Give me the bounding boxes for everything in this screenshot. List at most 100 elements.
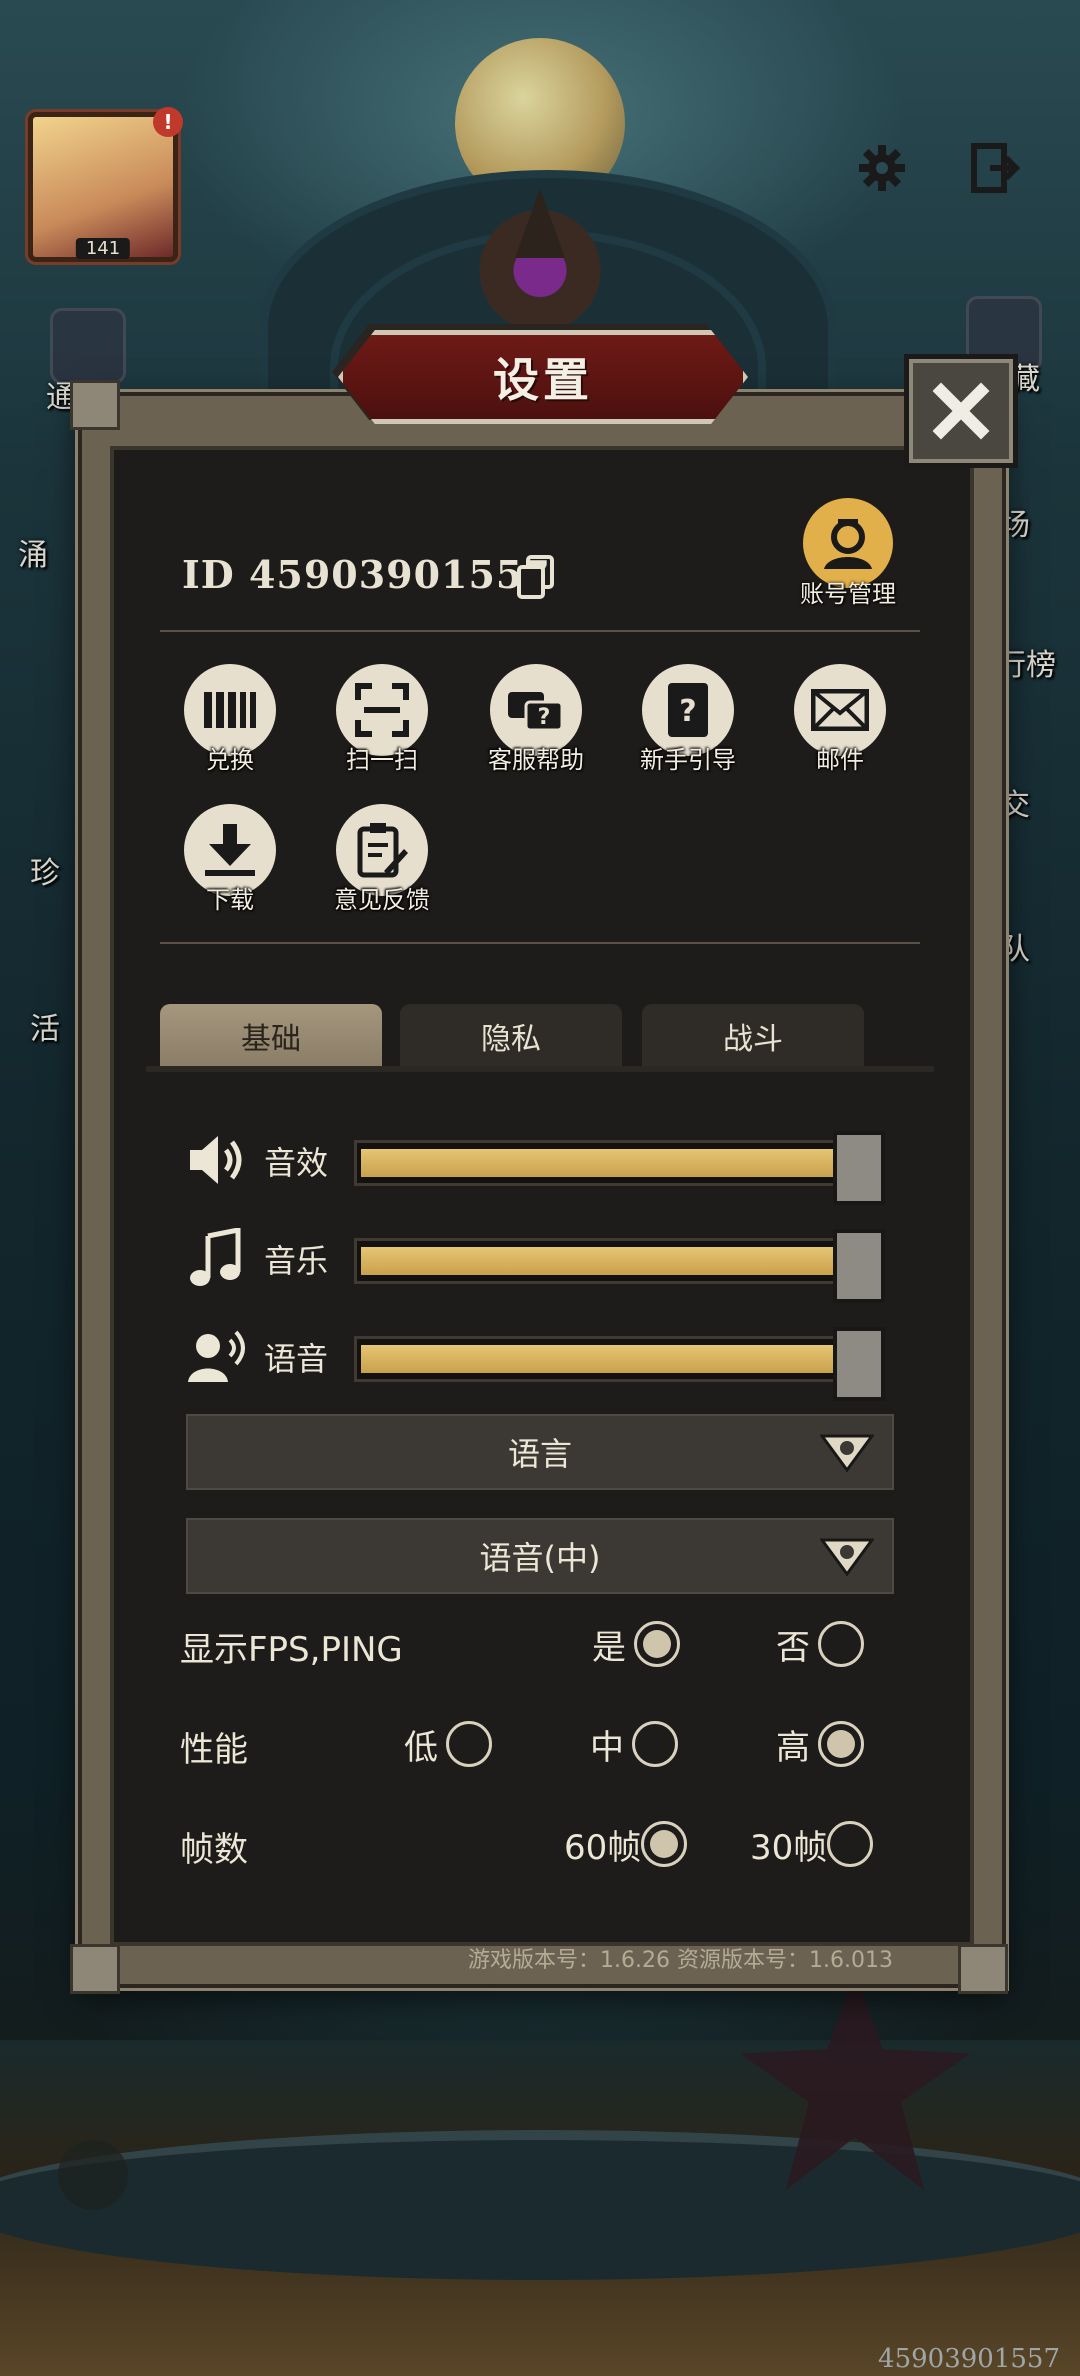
side-label[interactable]: 活	[30, 1004, 60, 1048]
crest-emblem	[470, 188, 610, 338]
divider	[160, 630, 920, 632]
fps-ping-label: 显示FPS,PING	[180, 1630, 403, 1670]
title-plate: 设置	[338, 330, 748, 424]
option-label: 高	[776, 1727, 810, 1768]
fps-ping-yes-radio[interactable]	[634, 1621, 680, 1667]
background-wave	[0, 2130, 1080, 2280]
voice-slider-row: 语音	[186, 1326, 906, 1401]
slider-fill	[361, 1149, 841, 1177]
dropdown-arrow-icon	[820, 1538, 874, 1577]
customer-help-button[interactable]: ? 客服帮助	[466, 664, 606, 784]
player-id: ID 45903901557	[182, 552, 551, 597]
gear-icon[interactable]	[854, 140, 910, 196]
tab-privacy[interactable]: 隐私	[400, 1004, 622, 1068]
tab-bar	[146, 1066, 934, 1072]
panel-corner	[70, 380, 120, 430]
performance-high-radio[interactable]	[818, 1721, 864, 1767]
func-label: 意见反馈	[334, 886, 430, 914]
frame-rate-60-radio[interactable]	[641, 1821, 688, 1867]
slider-fill	[361, 1345, 841, 1373]
performance-high-option[interactable]: 高	[776, 1714, 864, 1774]
close-icon	[932, 382, 990, 440]
func-label: 邮件	[816, 746, 864, 774]
panel-corner	[958, 1944, 1008, 1994]
option-label: 是	[592, 1627, 626, 1668]
redeem-button[interactable]: 兑换	[160, 664, 300, 784]
help-chat-icon: ?	[508, 692, 564, 732]
slider-handle[interactable]	[833, 1229, 885, 1303]
func-label: 扫一扫	[346, 746, 418, 774]
feedback-icon	[357, 823, 408, 878]
footer-player-id: 45903901557	[878, 2344, 1060, 2374]
fps-ping-yes-option[interactable]: 是	[592, 1614, 680, 1674]
side-label[interactable]: 涌	[18, 530, 48, 574]
option-label: 否	[776, 1627, 810, 1668]
panel-corner	[70, 1944, 120, 1994]
tab-battle[interactable]: 战斗	[642, 1004, 864, 1068]
sound-effect-slider[interactable]	[354, 1131, 885, 1205]
performance-mid-radio[interactable]	[632, 1721, 678, 1767]
dialog-title: 设置	[493, 353, 593, 407]
divider	[160, 942, 920, 944]
player-level: 141	[75, 238, 131, 259]
voice-language-dropdown[interactable]: 语音(中)	[186, 1518, 894, 1594]
speaker-icon	[186, 1130, 252, 1190]
performance-label: 性能	[180, 1730, 248, 1770]
player-avatar[interactable]: ! 141	[28, 107, 183, 262]
scan-icon	[355, 683, 409, 737]
close-button[interactable]	[904, 354, 1018, 468]
fps-ping-option-row: 显示FPS,PING 是 否	[180, 1614, 900, 1674]
performance-option-row: 性能 低 中 高	[180, 1714, 900, 1774]
voice-language-dropdown-value: 语音(中)	[479, 1539, 601, 1577]
music-note-icon	[186, 1226, 252, 1288]
exit-icon[interactable]	[966, 140, 1022, 196]
language-dropdown[interactable]: 语言	[186, 1414, 894, 1490]
frame-rate-option-row: 帧数 60帧 30帧	[180, 1814, 900, 1874]
mail-button[interactable]: 邮件	[770, 664, 910, 784]
performance-low-radio[interactable]	[446, 1721, 492, 1767]
scan-button[interactable]: 扫一扫	[312, 664, 452, 784]
fps-ping-no-option[interactable]: 否	[776, 1614, 864, 1674]
side-label[interactable]: 珍	[30, 848, 60, 892]
voice-icon	[186, 1326, 252, 1386]
tab-basic[interactable]: 基础	[160, 1004, 382, 1068]
voice-slider[interactable]	[354, 1327, 885, 1401]
option-label: 中	[590, 1727, 624, 1768]
bottom-left-icon[interactable]	[58, 2140, 128, 2210]
slider-label: 语音	[264, 1340, 329, 1378]
option-label: 60帧	[564, 1827, 642, 1868]
music-slider-row: 音乐	[186, 1226, 906, 1303]
music-slider[interactable]	[354, 1229, 885, 1303]
performance-low-option[interactable]: 低	[404, 1714, 492, 1774]
fps-ping-no-radio[interactable]	[818, 1621, 864, 1667]
account-management-label: 账号管理	[800, 580, 896, 608]
option-label: 低	[404, 1727, 438, 1768]
download-icon	[205, 824, 255, 876]
language-dropdown-value: 语言	[507, 1435, 572, 1473]
slider-handle[interactable]	[833, 1327, 885, 1401]
user-icon	[824, 519, 872, 569]
version-info: 游戏版本号：1.6.26 资源版本号：1.6.013	[468, 1948, 893, 1973]
guide-book-icon: ?	[668, 683, 708, 737]
option-label: 30帧	[750, 1827, 828, 1868]
frame-rate-60-option[interactable]: 60帧	[564, 1814, 688, 1874]
sound-effect-slider-row: 音效	[186, 1130, 906, 1205]
mail-icon	[811, 689, 869, 731]
feedback-button[interactable]: 意见反馈	[312, 804, 452, 924]
account-management-button[interactable]: 账号管理	[798, 498, 898, 608]
notification-badge: !	[153, 107, 183, 137]
svg-text:?: ?	[679, 694, 696, 729]
beginner-guide-button[interactable]: ? 新手引导	[618, 664, 758, 784]
dropdown-arrow-icon	[820, 1434, 874, 1473]
frame-rate-30-radio[interactable]	[827, 1821, 874, 1867]
barcode-icon	[204, 692, 256, 728]
frame-rate-label: 帧数	[180, 1830, 248, 1870]
slider-fill	[361, 1247, 841, 1275]
slider-label: 音效	[264, 1144, 329, 1182]
download-button[interactable]: 下载	[160, 804, 300, 924]
slider-handle[interactable]	[833, 1131, 885, 1205]
performance-mid-option[interactable]: 中	[590, 1714, 678, 1774]
frame-rate-30-option[interactable]: 30帧	[750, 1814, 874, 1874]
copy-icon[interactable]	[516, 555, 556, 599]
slider-label: 音乐	[264, 1242, 329, 1280]
